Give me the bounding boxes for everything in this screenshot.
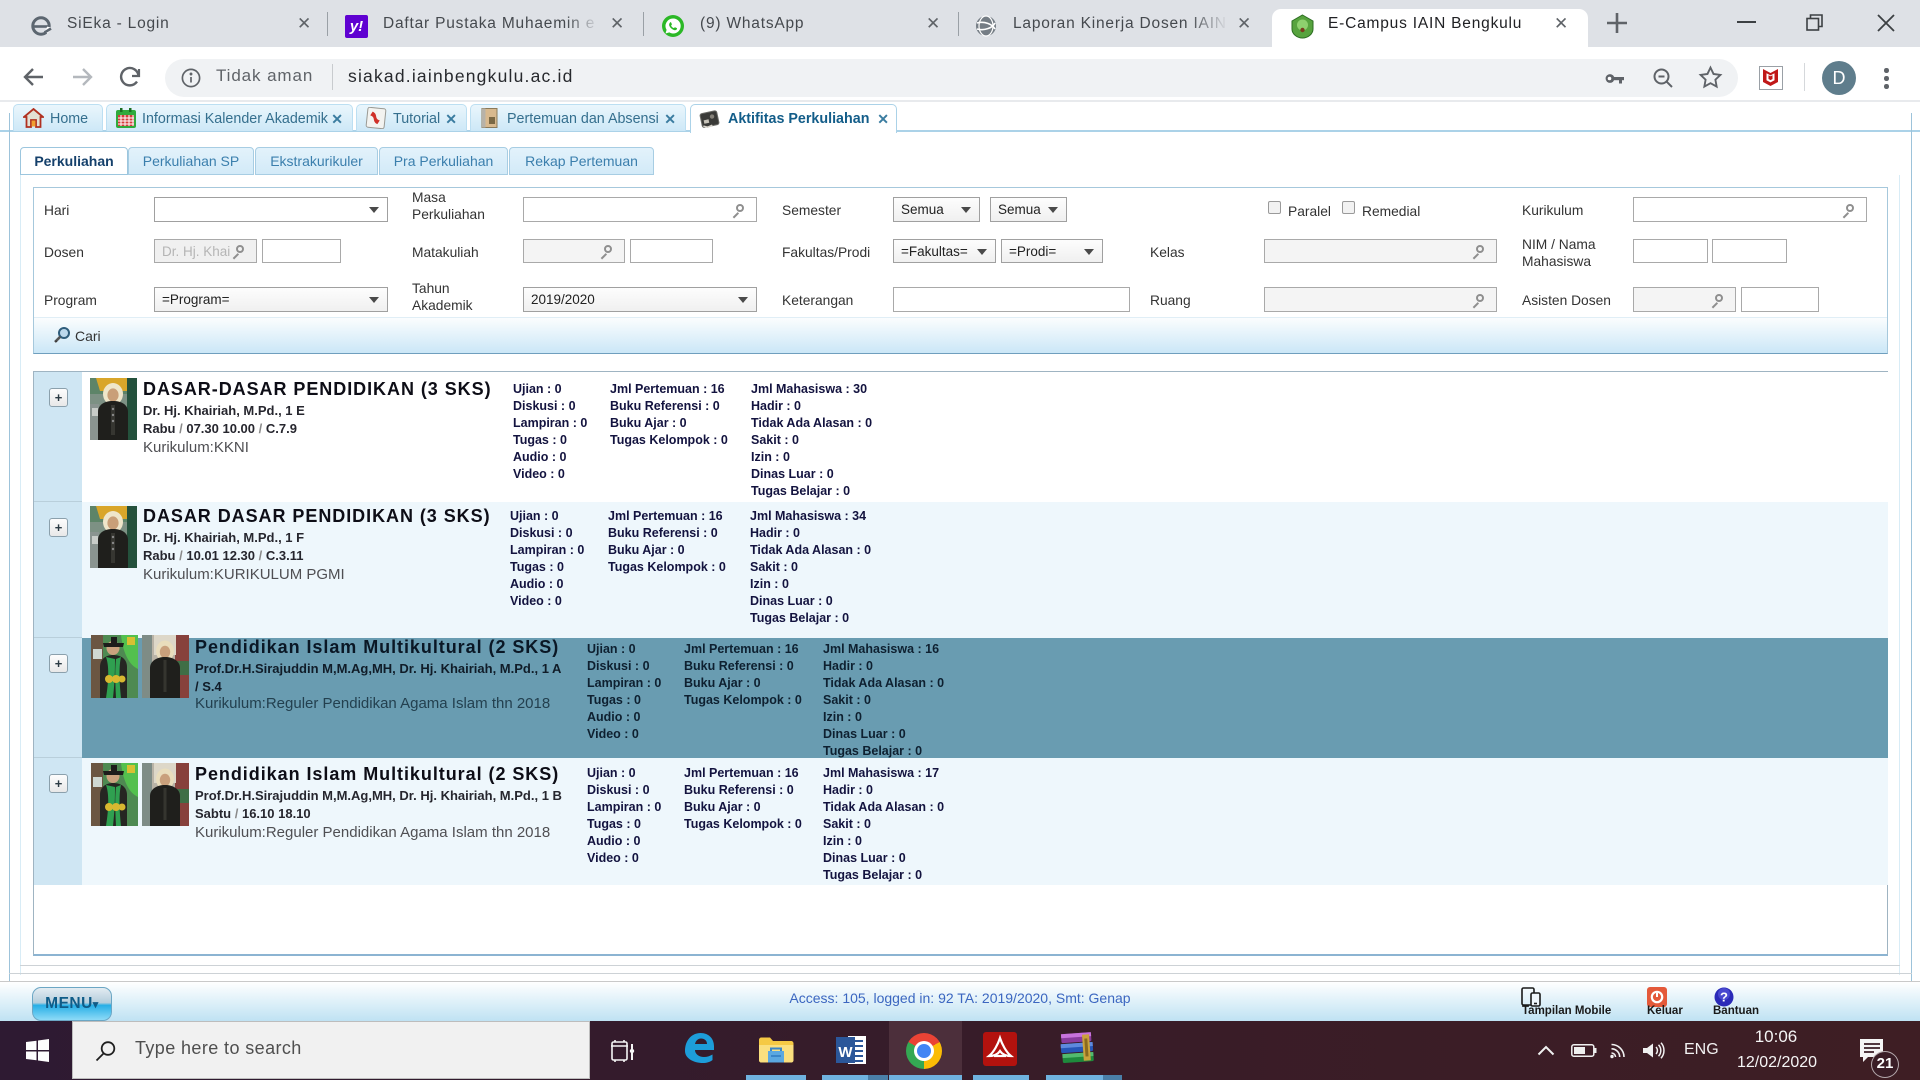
svg-text:?: ? bbox=[1720, 990, 1728, 1005]
svg-text:W: W bbox=[838, 1044, 853, 1061]
